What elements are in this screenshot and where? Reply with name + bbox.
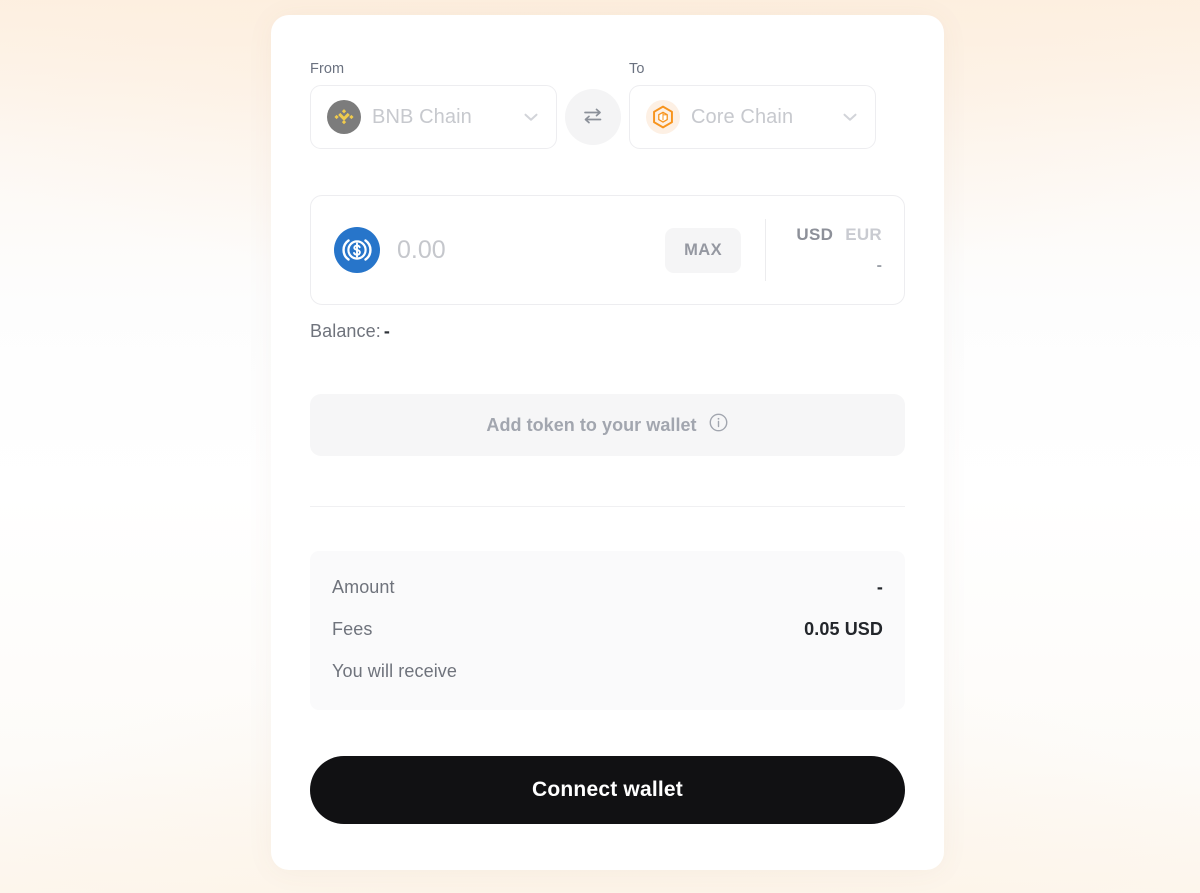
usdc-token-icon bbox=[333, 226, 381, 274]
bridge-card: From BNB Chain To Core Chain 0.00 MAX US… bbox=[271, 15, 944, 870]
amount-input[interactable] bbox=[397, 235, 666, 265]
summary-key: You will receive bbox=[332, 661, 457, 681]
bnb-chain-icon bbox=[327, 100, 361, 134]
from-chain-select[interactable]: BNB Chain bbox=[310, 85, 557, 149]
currency-toggle: USD EUR bbox=[796, 225, 882, 245]
max-button[interactable]: MAX bbox=[665, 227, 741, 273]
summary-row-you-will-receive: You will receive bbox=[332, 661, 883, 682]
balance-label: Balance: bbox=[310, 321, 381, 341]
from-label: From bbox=[310, 61, 345, 77]
summary-row-amount: Amount - bbox=[332, 577, 883, 598]
converted-amount-value: - bbox=[876, 257, 882, 274]
amount-input-box: MAX USD EUR - bbox=[310, 195, 905, 305]
transaction-summary: Amount - Fees 0.05 USD You will receive bbox=[310, 551, 905, 710]
from-chain-name: BNB Chain bbox=[372, 105, 472, 128]
chain-selection-row: From BNB Chain To Core Chain bbox=[310, 61, 905, 149]
chevron-down-icon[interactable] bbox=[520, 106, 542, 128]
currency-column: USD EUR - bbox=[786, 225, 882, 275]
info-circle-icon[interactable] bbox=[708, 412, 729, 438]
amount-divider bbox=[765, 219, 766, 281]
to-chain-column: To Core Chain bbox=[629, 61, 876, 149]
connect-wallet-button[interactable]: Connect wallet bbox=[310, 756, 905, 824]
summary-value: 0.05 USD bbox=[804, 619, 883, 639]
to-label: To bbox=[629, 61, 645, 77]
balance-value: - bbox=[383, 321, 390, 341]
summary-row-fees: Fees 0.05 USD bbox=[332, 619, 883, 640]
swap-direction-wrapper bbox=[557, 85, 629, 149]
add-token-label: Add token to your wallet bbox=[486, 414, 697, 435]
to-chain-select[interactable]: Core Chain bbox=[629, 85, 876, 149]
currency-option-eur[interactable]: EUR bbox=[845, 225, 882, 245]
add-token-button[interactable]: Add token to your wallet bbox=[310, 394, 905, 456]
summary-key: Fees bbox=[332, 619, 373, 639]
summary-value: - bbox=[876, 577, 883, 597]
section-divider bbox=[310, 506, 905, 507]
currency-option-usd[interactable]: USD bbox=[796, 225, 833, 245]
swap-direction-button[interactable] bbox=[565, 89, 621, 145]
swap-arrows-icon bbox=[581, 104, 605, 131]
summary-key: Amount bbox=[332, 577, 395, 597]
core-chain-icon bbox=[646, 100, 680, 134]
from-chain-column: From BNB Chain bbox=[310, 61, 557, 149]
balance-row: Balance: - bbox=[310, 321, 905, 342]
chevron-down-icon[interactable] bbox=[839, 106, 861, 128]
to-chain-name: Core Chain bbox=[691, 105, 794, 128]
